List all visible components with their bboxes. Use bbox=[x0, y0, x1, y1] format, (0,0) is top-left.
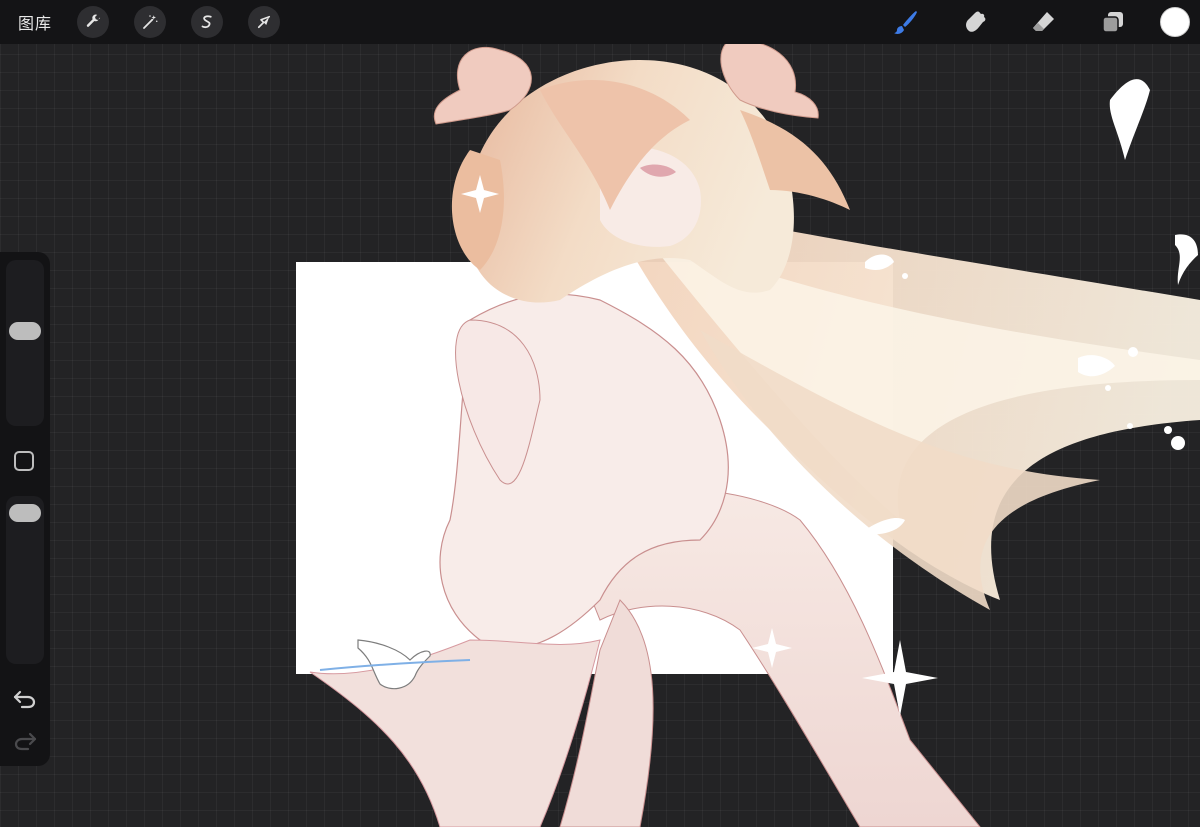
smudge-finger-icon bbox=[966, 11, 986, 32]
bubble bbox=[902, 273, 908, 279]
brush-size-thumb[interactable] bbox=[9, 322, 41, 340]
color-picker-button[interactable] bbox=[1160, 7, 1190, 37]
bubble bbox=[1127, 423, 1133, 429]
artwork bbox=[296, 44, 1200, 827]
eraser-tool[interactable] bbox=[1022, 0, 1066, 44]
procreate-app: 图库 bbox=[0, 0, 1200, 827]
opacity-thumb[interactable] bbox=[9, 504, 41, 522]
eraser-icon bbox=[1033, 12, 1054, 31]
bubble bbox=[1105, 385, 1111, 391]
gallery-button[interactable]: 图库 bbox=[18, 10, 52, 34]
layers-icon bbox=[1102, 12, 1123, 33]
redo-arrow-icon bbox=[14, 732, 37, 751]
brush-size-slider[interactable] bbox=[6, 260, 44, 426]
layers-button[interactable] bbox=[1091, 0, 1135, 44]
actions-button[interactable] bbox=[77, 6, 110, 38]
left-sidebar bbox=[0, 252, 50, 766]
selection-button[interactable] bbox=[191, 6, 224, 38]
doodle bbox=[1109, 79, 1150, 160]
opacity-slider[interactable] bbox=[6, 496, 44, 664]
redo-button[interactable] bbox=[11, 728, 39, 752]
brush-tool[interactable] bbox=[884, 0, 928, 44]
transform-button[interactable] bbox=[248, 6, 281, 38]
arrow-cursor-icon bbox=[257, 15, 271, 29]
bubble bbox=[1171, 436, 1185, 450]
paintbrush-icon bbox=[894, 11, 917, 34]
top-toolbar: 图库 bbox=[0, 0, 1200, 44]
undo-button[interactable] bbox=[11, 686, 39, 710]
smudge-tool[interactable] bbox=[953, 0, 997, 44]
wrench-icon bbox=[86, 14, 101, 27]
modify-button[interactable] bbox=[14, 451, 34, 471]
undo-arrow-icon bbox=[13, 690, 36, 709]
bubble bbox=[1164, 426, 1172, 434]
doodle bbox=[1175, 234, 1198, 285]
magic-wand-icon bbox=[143, 15, 158, 29]
selection-s-icon bbox=[201, 15, 212, 29]
adjustments-button[interactable] bbox=[134, 6, 167, 38]
right-tool-group bbox=[859, 0, 1190, 44]
drawing-canvas[interactable] bbox=[0, 44, 1200, 827]
bubble bbox=[1128, 347, 1138, 357]
